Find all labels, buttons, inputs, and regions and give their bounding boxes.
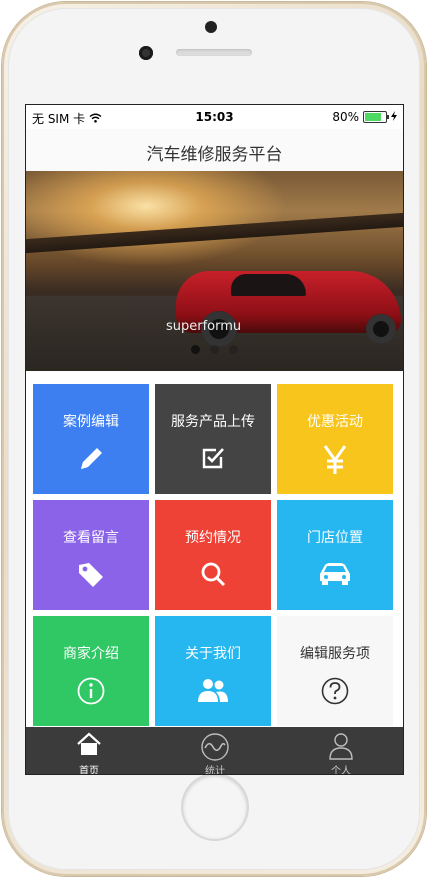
menu-tile-label: 优惠活动 bbox=[307, 414, 363, 430]
person-icon bbox=[278, 732, 403, 760]
charging-icon bbox=[391, 110, 397, 124]
carousel-dots[interactable] bbox=[26, 345, 403, 354]
earpiece-speaker bbox=[176, 49, 252, 56]
page-title: 汽车维修服务平台 bbox=[146, 145, 283, 165]
tab-home[interactable]: 首页 bbox=[26, 727, 152, 775]
banner-carousel[interactable]: superformu bbox=[26, 171, 403, 371]
menu-tile-9[interactable]: 编辑服务项 bbox=[277, 616, 393, 726]
battery-percent: 80% bbox=[332, 110, 359, 124]
yen-icon bbox=[277, 444, 393, 476]
menu-tile-label: 预约情况 bbox=[185, 530, 241, 546]
tab-label: 首页 bbox=[79, 766, 99, 775]
front-camera bbox=[139, 46, 153, 60]
menu-tile-6[interactable]: 门店位置 bbox=[277, 500, 393, 610]
tag-icon bbox=[33, 560, 149, 590]
screen: 无 SIM 卡 15:03 80% 汽车维修服务平台 superformu 案例… bbox=[25, 104, 404, 775]
sensor-dot bbox=[205, 21, 217, 33]
home-icon bbox=[26, 732, 152, 756]
banner-car-window bbox=[231, 274, 306, 296]
menu-tile-label: 服务产品上传 bbox=[171, 414, 255, 430]
menu-tile-3[interactable]: 优惠活动 bbox=[277, 384, 393, 494]
nav-bar: 汽车维修服务平台 bbox=[26, 129, 403, 172]
users-icon bbox=[155, 676, 271, 704]
help-icon bbox=[277, 676, 393, 706]
search-icon bbox=[155, 560, 271, 588]
banner-bridge bbox=[26, 212, 403, 254]
info-icon bbox=[33, 676, 149, 706]
carousel-dot[interactable] bbox=[229, 345, 238, 354]
tab-bar: 首页 统计 个人 bbox=[26, 727, 403, 775]
battery-icon bbox=[363, 111, 389, 123]
carousel-dot[interactable] bbox=[210, 345, 219, 354]
banner-wheel bbox=[366, 314, 396, 344]
menu-tile-5[interactable]: 预约情况 bbox=[155, 500, 271, 610]
menu-tile-4[interactable]: 查看留言 bbox=[33, 500, 149, 610]
menu-tile-7[interactable]: 商家介绍 bbox=[33, 616, 149, 726]
home-button[interactable] bbox=[183, 775, 247, 839]
chart-wave-icon bbox=[152, 732, 278, 762]
menu-tile-label: 查看留言 bbox=[63, 530, 119, 546]
tab-label: 个人 bbox=[331, 766, 351, 775]
menu-tile-2[interactable]: 服务产品上传 bbox=[155, 384, 271, 494]
tab-chart-wave[interactable]: 统计 bbox=[152, 727, 278, 775]
car-icon bbox=[277, 560, 393, 586]
tab-person[interactable]: 个人 bbox=[278, 727, 403, 775]
status-bar: 无 SIM 卡 15:03 80% bbox=[26, 105, 403, 129]
carousel-dot[interactable] bbox=[191, 345, 200, 354]
menu-tile-label: 编辑服务项 bbox=[300, 646, 370, 662]
menu-tile-label: 案例编辑 bbox=[63, 414, 119, 430]
checkbox-icon bbox=[155, 444, 271, 472]
menu-tile-label: 门店位置 bbox=[307, 530, 363, 546]
menu-tile-label: 关于我们 bbox=[185, 646, 241, 662]
pencil-icon bbox=[33, 444, 149, 474]
menu-tile-8[interactable]: 关于我们 bbox=[155, 616, 271, 726]
tab-label: 统计 bbox=[205, 766, 225, 775]
menu-tile-label: 商家介绍 bbox=[63, 646, 119, 662]
banner-caption: superformu bbox=[166, 319, 242, 334]
menu-tile-1[interactable]: 案例编辑 bbox=[33, 384, 149, 494]
